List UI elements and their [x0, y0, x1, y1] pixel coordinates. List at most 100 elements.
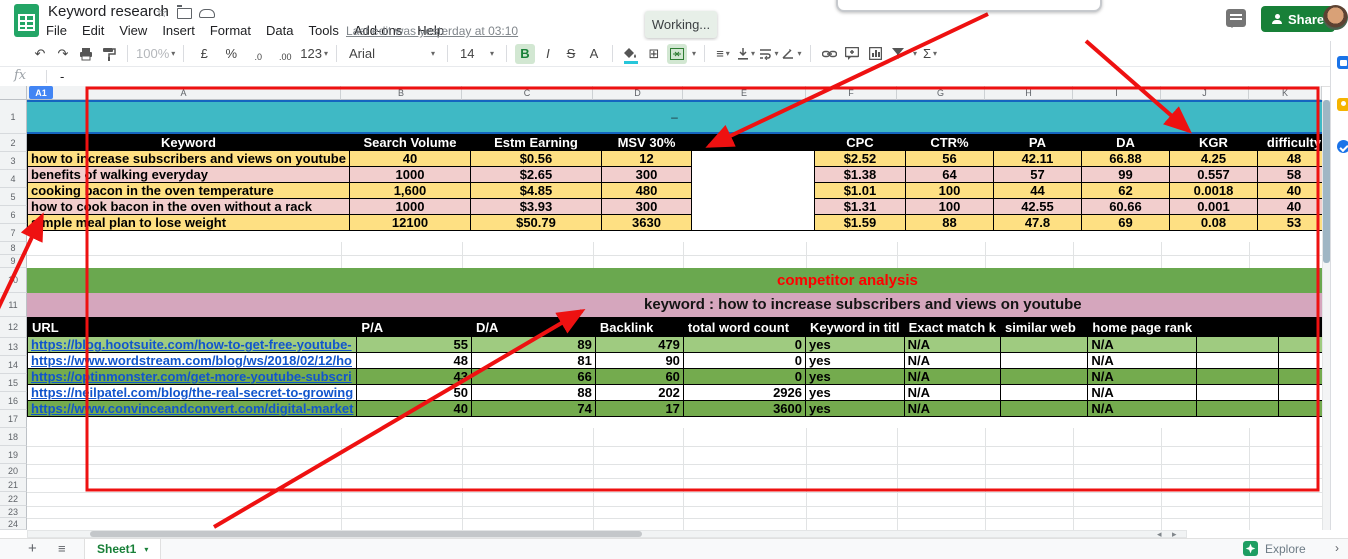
cell-similar_web[interactable]	[999, 400, 1089, 417]
menu-item-insert[interactable]: Insert	[162, 23, 195, 38]
cell-backlink[interactable]: 202	[594, 384, 684, 401]
cell-da[interactable]: 60.66	[1080, 198, 1170, 215]
all-sheets-button[interactable]: ≡	[58, 541, 66, 556]
cell-pa[interactable]: 42.11	[992, 150, 1082, 167]
column-title[interactable]: Estm Earning	[469, 134, 602, 151]
cell-home_page_rank[interactable]: N/A	[1087, 352, 1198, 369]
cell-da[interactable]: 81	[470, 352, 596, 369]
cell-twc[interactable]: 2926	[682, 384, 807, 401]
row-header-21[interactable]: 21	[0, 478, 27, 492]
cell-kgr[interactable]: 0.557	[1168, 166, 1258, 183]
column-header-D[interactable]: D	[593, 86, 683, 100]
row-header-5[interactable]: 5	[0, 188, 27, 206]
cell-keyword[interactable]: simple meal plan to lose weight	[27, 214, 350, 231]
cell-da[interactable]: 66	[470, 368, 596, 385]
cell-exact_match[interactable]: N/A	[903, 336, 1002, 353]
cell-pa[interactable]: 40	[356, 400, 472, 417]
row-header-15[interactable]: 15	[0, 374, 27, 392]
cell-backlink[interactable]: 17	[594, 400, 684, 417]
formula-input[interactable]: -	[60, 69, 64, 84]
competitor-analysis-banner[interactable]: competitor analysis	[27, 268, 1322, 293]
merged-empty-cell[interactable]	[690, 150, 815, 231]
cell-b1[interactable]	[1196, 352, 1280, 369]
cell-estm_earning[interactable]: $3.93	[469, 198, 602, 215]
column-title[interactable]: Search Volume	[348, 134, 471, 151]
add-sheet-button[interactable]: +	[28, 540, 37, 557]
cell-keyword[interactable]: cooking bacon in the oven temperature	[27, 182, 350, 199]
cell-difficulty[interactable]: 48	[1256, 150, 1331, 167]
filter-button[interactable]	[888, 44, 908, 64]
column-header-G[interactable]: G	[897, 86, 985, 100]
menu-item-edit[interactable]: Edit	[82, 23, 104, 38]
sheet-tab[interactable]: Sheet1 ▾	[84, 539, 162, 559]
menu-item-file[interactable]: File	[46, 23, 67, 38]
cell-twc[interactable]: 0	[682, 336, 807, 353]
cell-estm_earning[interactable]: $4.85	[469, 182, 602, 199]
print-button[interactable]	[76, 44, 96, 64]
borders-button[interactable]: ⊞	[644, 44, 664, 64]
paint-format-button[interactable]	[99, 44, 119, 64]
cell-b1[interactable]	[1196, 384, 1280, 401]
menu-item-view[interactable]: View	[119, 23, 147, 38]
column-header-K[interactable]: K	[1249, 86, 1322, 100]
row-header-6[interactable]: 6	[0, 206, 27, 224]
column-header-H[interactable]: H	[985, 86, 1073, 100]
last-edit-link[interactable]: Last edit was yesterday at 03:10	[346, 24, 518, 38]
cell-estm_earning[interactable]: $50.79	[469, 214, 602, 231]
row-header-12[interactable]: 12	[0, 317, 27, 338]
cell-pa[interactable]: 50	[356, 384, 472, 401]
column-title[interactable]: Keyword in titl	[805, 317, 905, 337]
column-title[interactable]: Keyword	[27, 134, 350, 151]
row-header-13[interactable]: 13	[0, 338, 27, 356]
url-link[interactable]: https://www.wordstream.com/blog/ws/2018/…	[26, 352, 358, 369]
cell-exact_match[interactable]: N/A	[903, 368, 1002, 385]
cell-estm_earning[interactable]: $0.56	[469, 150, 602, 167]
row-header-14[interactable]: 14	[0, 356, 27, 374]
cell-kw_in_title[interactable]: yes	[805, 352, 905, 369]
cell-similar_web[interactable]	[999, 384, 1089, 401]
cell-msv[interactable]: 300	[600, 166, 692, 183]
keep-icon[interactable]	[1337, 98, 1348, 111]
cell-home_page_rank[interactable]: N/A	[1087, 384, 1198, 401]
cell-ctr[interactable]: 100	[904, 182, 994, 199]
column-title[interactable]: MSV 30%	[600, 134, 692, 151]
cell-cpc[interactable]: $1.31	[813, 198, 906, 215]
cell-search_volume[interactable]: 1,600	[348, 182, 471, 199]
cell-similar_web[interactable]	[999, 368, 1089, 385]
merge-dropdown[interactable]: ▾	[692, 49, 696, 58]
font-family-select[interactable]: Arial ▾	[345, 44, 439, 64]
cell-msv[interactable]: 300	[600, 198, 692, 215]
menu-item-tools[interactable]: Tools	[308, 23, 338, 38]
increase-decimal-button[interactable]: .00	[273, 47, 297, 67]
cell-kgr[interactable]: 0.08	[1168, 214, 1258, 231]
merge-cells-button[interactable]	[666, 43, 687, 64]
cell-exact_match[interactable]: N/A	[903, 400, 1002, 417]
cell-search_volume[interactable]: 1000	[348, 166, 471, 183]
row-header-9[interactable]: 9	[0, 255, 27, 268]
cell-b1[interactable]	[1196, 400, 1280, 417]
insert-link-button[interactable]	[819, 44, 839, 64]
redo-button[interactable]: ↷	[53, 44, 73, 64]
column-title[interactable]: CTR%	[904, 134, 994, 151]
cell-da[interactable]: 89	[470, 336, 596, 353]
row-header-4[interactable]: 4	[0, 170, 27, 188]
cell-search_volume[interactable]: 40	[348, 150, 471, 167]
cell-ctr[interactable]: 88	[904, 214, 994, 231]
cell-da[interactable]: 99	[1080, 166, 1170, 183]
sheet-tab-menu-icon[interactable]: ▾	[144, 545, 148, 554]
cell-pa[interactable]: 48	[356, 352, 472, 369]
column-header-J[interactable]: J	[1161, 86, 1249, 100]
row-header-22[interactable]: 22	[0, 492, 27, 506]
cell-keyword[interactable]: how to increase subscribers and views on…	[27, 150, 350, 167]
cell-cpc[interactable]: $1.38	[813, 166, 906, 183]
cell-pa[interactable]: 42.55	[992, 198, 1082, 215]
move-folder-icon[interactable]	[177, 5, 192, 19]
column-title[interactable]: total word count	[682, 317, 807, 337]
column-title[interactable]: home page rank	[1087, 317, 1198, 337]
cell-estm_earning[interactable]: $2.65	[469, 166, 602, 183]
cell-da[interactable]: 62	[1080, 182, 1170, 199]
row-header-20[interactable]: 20	[0, 464, 27, 478]
row-header-7[interactable]: 7	[0, 224, 27, 242]
row-header-8[interactable]: 8	[0, 242, 27, 255]
cell-kgr[interactable]: 4.25	[1168, 150, 1258, 167]
